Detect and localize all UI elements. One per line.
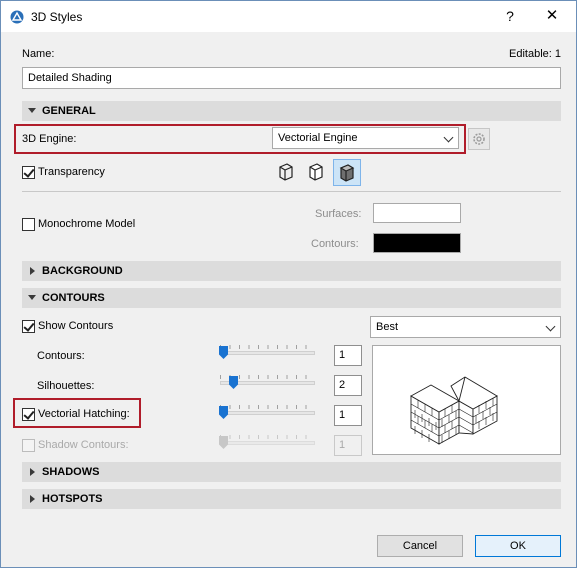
expand-arrow-icon bbox=[30, 495, 35, 503]
title-bar: 3D Styles ? ✕ bbox=[1, 1, 576, 32]
engine-dropdown-value: Vectorial Engine bbox=[278, 132, 358, 144]
contour-quality-dropdown[interactable]: Best bbox=[370, 316, 561, 338]
section-background-title: BACKGROUND bbox=[42, 265, 123, 277]
show-contours-checkbox[interactable] bbox=[22, 320, 35, 333]
cancel-button[interactable]: Cancel bbox=[377, 535, 463, 557]
contours-color-label: Contours: bbox=[311, 238, 359, 250]
dialog-window: 3D Styles ? ✕ Name: Editable: 1 Detailed… bbox=[0, 0, 577, 568]
silhouettes-slider-thumb[interactable] bbox=[229, 376, 238, 389]
chevron-down-icon bbox=[545, 321, 556, 332]
archicad-app-icon bbox=[10, 10, 24, 24]
wireframe-mode-icon[interactable] bbox=[274, 160, 298, 184]
section-contours-header[interactable]: CONTOURS bbox=[22, 288, 561, 308]
vectorial-hatching-label: Vectorial Hatching: bbox=[38, 408, 130, 420]
shadow-contours-checkbox[interactable] bbox=[22, 439, 35, 452]
section-hotspots-title: HOTSPOTS bbox=[42, 493, 103, 505]
contours-slider-ticks bbox=[220, 345, 315, 349]
contours-value-field[interactable]: 1 bbox=[334, 345, 362, 366]
building-preview-drawing bbox=[410, 376, 498, 445]
section-shadows-title: SHADOWS bbox=[42, 466, 100, 478]
shadow-slider-thumb[interactable] bbox=[219, 436, 228, 449]
contours-slider-thumb[interactable] bbox=[219, 346, 228, 359]
collapse-arrow-icon bbox=[28, 108, 36, 113]
hatching-slider-ticks bbox=[220, 405, 315, 409]
chevron-down-icon bbox=[443, 132, 454, 143]
monochrome-label: Monochrome Model bbox=[38, 218, 136, 230]
surfaces-color-swatch[interactable] bbox=[373, 203, 461, 223]
contours-color-swatch[interactable] bbox=[373, 233, 461, 253]
collapse-arrow-icon bbox=[28, 295, 36, 300]
section-shadows-header[interactable]: SHADOWS bbox=[22, 462, 561, 482]
show-contours-label: Show Contours bbox=[38, 320, 114, 332]
expand-arrow-icon bbox=[30, 468, 35, 476]
expand-arrow-icon bbox=[30, 267, 35, 275]
transparency-label: Transparency bbox=[38, 166, 105, 178]
contours-slider[interactable] bbox=[220, 351, 315, 355]
vectorial-hatching-checkbox[interactable] bbox=[22, 408, 35, 421]
section-contours-title: CONTOURS bbox=[42, 292, 105, 304]
name-label: Name: bbox=[22, 48, 55, 60]
hatching-slider[interactable] bbox=[220, 411, 315, 415]
surfaces-label: Surfaces: bbox=[315, 208, 362, 220]
help-button[interactable]: ? bbox=[499, 5, 521, 27]
shadow-contours-slider[interactable] bbox=[220, 441, 315, 445]
engine-dropdown[interactable]: Vectorial Engine bbox=[272, 127, 459, 149]
hidden-line-mode-icon[interactable] bbox=[304, 160, 328, 184]
contour-quality-value: Best bbox=[376, 321, 399, 333]
section-general-header[interactable]: GENERAL bbox=[22, 101, 561, 121]
section-hotspots-header[interactable]: HOTSPOTS bbox=[22, 489, 561, 509]
shadow-contours-label: Shadow Contours: bbox=[38, 439, 129, 451]
engine-label: 3D Engine: bbox=[22, 133, 77, 145]
name-field[interactable]: Detailed Shading bbox=[22, 67, 561, 89]
contour-preview-image bbox=[372, 345, 561, 455]
ok-button[interactable]: OK bbox=[475, 535, 561, 557]
hatching-value-field[interactable]: 1 bbox=[334, 405, 362, 426]
transparency-checkbox[interactable] bbox=[22, 166, 35, 179]
close-button[interactable]: ✕ bbox=[537, 5, 567, 27]
monochrome-checkbox[interactable] bbox=[22, 218, 35, 231]
divider-line bbox=[22, 191, 561, 192]
shadow-slider-ticks bbox=[220, 435, 315, 439]
section-general-title: GENERAL bbox=[42, 105, 96, 117]
shading-mode-icon[interactable] bbox=[333, 159, 361, 186]
editable-label: Editable: 1 bbox=[509, 48, 561, 60]
contours-slider-label: Contours: bbox=[37, 350, 85, 362]
engine-settings-gear-icon[interactable] bbox=[468, 128, 490, 150]
dialog-content: Name: Editable: 1 Detailed Shading GENER… bbox=[1, 32, 576, 567]
silhouettes-value-field[interactable]: 2 bbox=[334, 375, 362, 396]
window-title: 3D Styles bbox=[31, 10, 83, 24]
hatching-slider-thumb[interactable] bbox=[219, 406, 228, 419]
shadow-value-field[interactable]: 1 bbox=[334, 435, 362, 456]
section-background-header[interactable]: BACKGROUND bbox=[22, 261, 561, 281]
silhouettes-slider-label: Silhouettes: bbox=[37, 380, 95, 392]
